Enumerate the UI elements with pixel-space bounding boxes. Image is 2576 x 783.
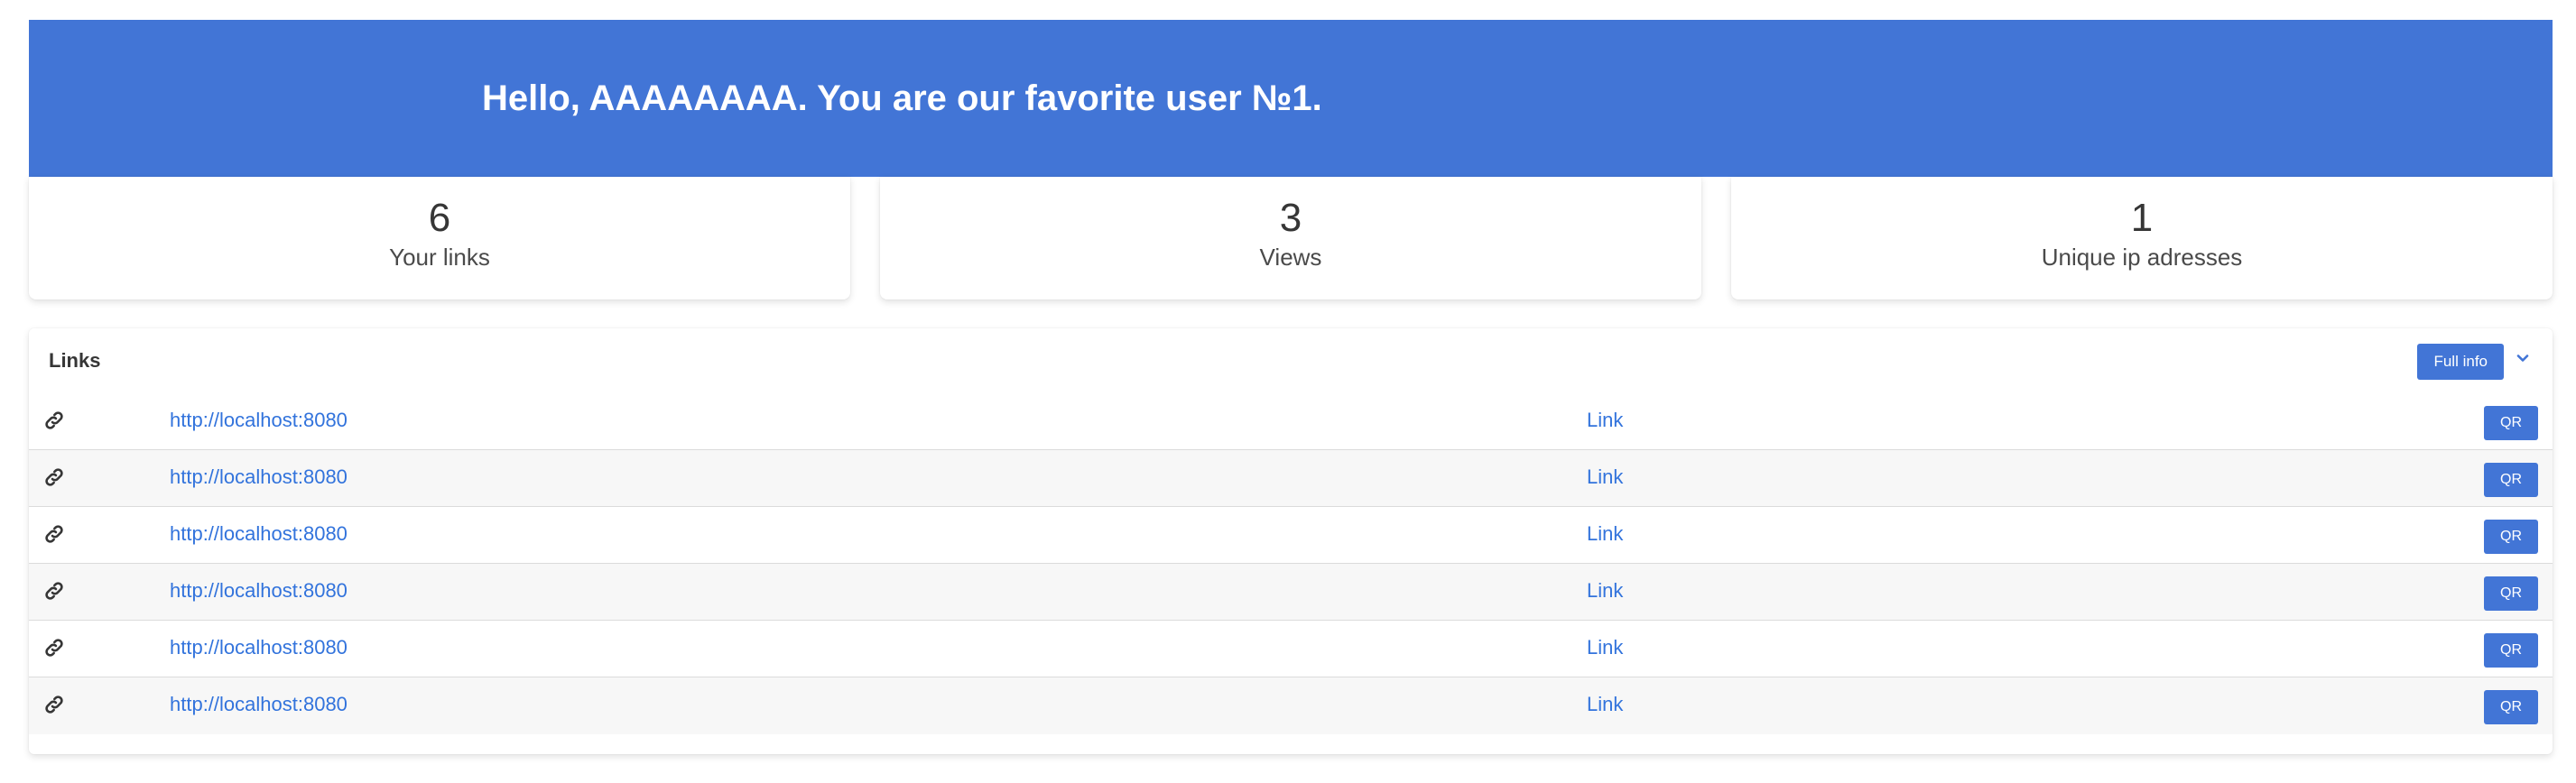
link-icon [45, 582, 63, 600]
short-url-link[interactable]: http://localhost:8080 [170, 450, 347, 504]
qr-button[interactable]: QR [2484, 576, 2538, 611]
stat-label: Views [1259, 244, 1322, 271]
target-link[interactable]: Link [1587, 621, 1623, 675]
links-list: http://localhost:8080 Link QR http://loc… [29, 393, 2553, 734]
link-row: http://localhost:8080 Link QR [29, 450, 2553, 507]
qr-button[interactable]: QR [2484, 520, 2538, 554]
chevron-down-icon[interactable] [2516, 352, 2529, 364]
link-icon [45, 525, 63, 543]
short-url-link[interactable]: http://localhost:8080 [170, 507, 347, 561]
links-panel: Links Full info http://localhost:8080 Li… [29, 328, 2553, 754]
qr-button[interactable]: QR [2484, 463, 2538, 497]
links-panel-title: Links [49, 349, 101, 372]
target-link[interactable]: Link [1587, 393, 1623, 447]
stat-label: Unique ip adresses [2041, 244, 2243, 271]
link-row: http://localhost:8080 Link QR [29, 677, 2553, 734]
stat-card-links: 6 Your links [29, 177, 850, 299]
short-url-link[interactable]: http://localhost:8080 [170, 621, 347, 675]
full-info-button[interactable]: Full info [2417, 344, 2504, 380]
stat-value: 1 [2130, 196, 2154, 240]
qr-button[interactable]: QR [2484, 690, 2538, 724]
link-row: http://localhost:8080 Link QR [29, 564, 2553, 621]
link-icon [45, 411, 63, 429]
link-row: http://localhost:8080 Link QR [29, 507, 2553, 564]
qr-button[interactable]: QR [2484, 633, 2538, 668]
link-row: http://localhost:8080 Link QR [29, 621, 2553, 677]
dashboard-page: Hello, AAAAAAAA. You are our favorite us… [0, 0, 2576, 783]
short-url-link[interactable]: http://localhost:8080 [170, 393, 347, 447]
stat-value: 3 [1279, 196, 1302, 240]
stat-card-views: 3 Views [880, 177, 1701, 299]
target-link[interactable]: Link [1587, 450, 1623, 504]
stats-row: 6 Your links 3 Views 1 Unique ip adresse… [29, 177, 2553, 299]
target-link[interactable]: Link [1587, 507, 1623, 561]
qr-button[interactable]: QR [2484, 406, 2538, 440]
stat-card-unique-ips: 1 Unique ip adresses [1731, 177, 2553, 299]
greeting-title: Hello, AAAAAAAA. You are our favorite us… [482, 78, 1322, 118]
target-link[interactable]: Link [1587, 677, 1623, 732]
stat-label: Your links [389, 244, 490, 271]
links-panel-header: Links Full info [29, 328, 2553, 393]
short-url-link[interactable]: http://localhost:8080 [170, 564, 347, 618]
link-row: http://localhost:8080 Link QR [29, 393, 2553, 450]
short-url-link[interactable]: http://localhost:8080 [170, 677, 347, 732]
welcome-banner: Hello, AAAAAAAA. You are our favorite us… [29, 20, 2553, 177]
link-icon [45, 695, 63, 714]
stat-value: 6 [428, 196, 451, 240]
link-icon [45, 468, 63, 486]
link-icon [45, 639, 63, 657]
target-link[interactable]: Link [1587, 564, 1623, 618]
